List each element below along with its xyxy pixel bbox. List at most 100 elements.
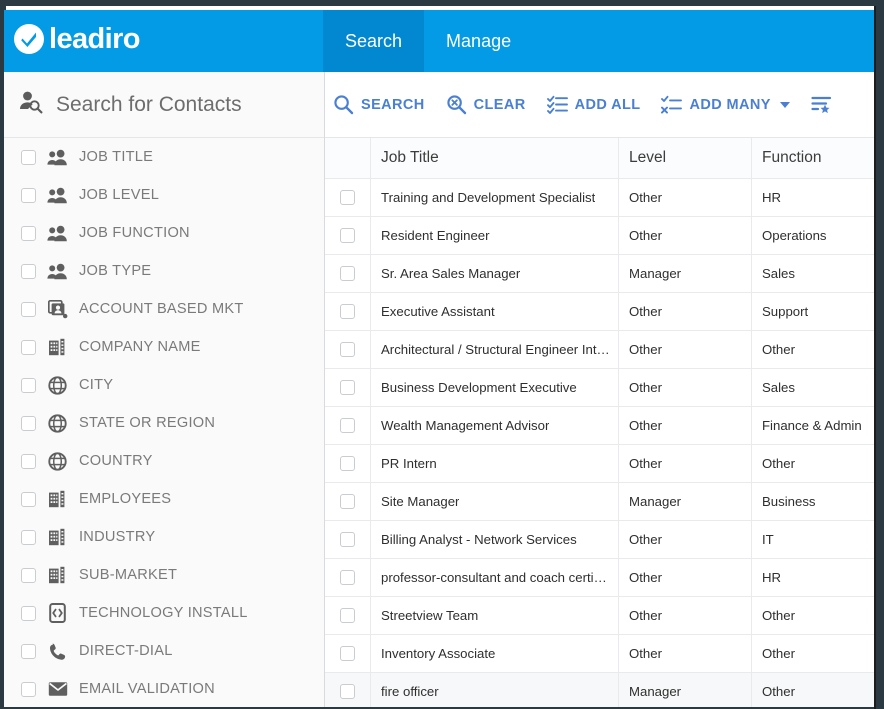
row-checkbox[interactable] (340, 418, 355, 433)
table-row[interactable]: Inventory Associate Other Other (325, 635, 876, 673)
row-checkbox[interactable] (340, 266, 355, 281)
filter-checkbox[interactable] (21, 263, 36, 279)
filter-checkbox[interactable] (21, 643, 36, 659)
table-row[interactable]: Architectural / Structural Engineer Int…… (325, 331, 876, 369)
row-checkbox[interactable] (340, 570, 355, 585)
filter-checkbox[interactable] (21, 567, 36, 583)
filter-item-sub-market[interactable]: SUB-MARKET (4, 556, 324, 594)
filter-checkbox[interactable] (21, 453, 36, 469)
filter-item-account-based-mkt[interactable]: ACCOUNT BASED MKT (4, 290, 324, 328)
search-button[interactable]: SEARCH (333, 94, 425, 115)
row-checkbox[interactable] (340, 494, 355, 509)
cell-level: Other (629, 228, 662, 243)
filter-checkbox[interactable] (21, 187, 36, 203)
filter-checkbox[interactable] (21, 339, 36, 355)
table-row[interactable]: Streetview Team Other Other (325, 597, 876, 635)
globe-icon (47, 451, 68, 471)
table-row[interactable]: Billing Analyst - Network Services Other I… (325, 521, 876, 559)
filter-checkbox[interactable] (21, 605, 36, 621)
page-content: leadiro Search Manage Search for Contact… (4, 10, 876, 709)
filter-checkbox[interactable] (21, 529, 36, 545)
filter-checkbox[interactable] (21, 149, 36, 165)
cell-job-title: Resident Engineer (381, 228, 490, 243)
row-checkbox[interactable] (340, 646, 355, 661)
brand-logo[interactable]: leadiro (14, 24, 140, 54)
cell-function: Sales (762, 266, 795, 281)
cell-job-title: Site Manager (381, 494, 460, 509)
row-checkbox[interactable] (340, 342, 355, 357)
cell-level: Other (629, 304, 662, 319)
column-header-level[interactable]: Level (629, 149, 666, 167)
brand-name: leadiro (49, 22, 140, 55)
filter-item-label: STATE OR REGION (79, 415, 216, 431)
table-row[interactable]: Site Manager Manager Business (325, 483, 876, 521)
add-all-button-label: ADD ALL (574, 96, 641, 113)
filter-checkbox[interactable] (21, 415, 36, 431)
row-checkbox[interactable] (340, 532, 355, 547)
filter-checkbox[interactable] (21, 225, 36, 241)
filter-item-email-validation[interactable]: EMAIL VALIDATION (4, 670, 324, 708)
table-row[interactable]: Sr. Area Sales Manager Manager Sales (325, 255, 876, 293)
filter-item-job-title[interactable]: JOB TITLE (4, 138, 324, 176)
filter-item-city[interactable]: CITY (4, 366, 324, 404)
chevron-down-icon[interactable] (779, 101, 790, 108)
table-row[interactable]: Executive Assistant Other Support (325, 293, 876, 331)
checklist-icon (546, 95, 568, 114)
search-icon (333, 94, 354, 115)
filter-item-job-level[interactable]: JOB LEVEL (4, 176, 324, 214)
cell-level: Other (629, 646, 662, 661)
cell-level: Manager (629, 494, 682, 509)
table-row[interactable]: Resident Engineer Other Operations (325, 217, 876, 255)
row-checkbox[interactable] (340, 190, 355, 205)
results-table: Job Title Level Function Training and Devel… (325, 138, 876, 709)
filter-item-employees[interactable]: EMPLOYEES (4, 480, 324, 518)
tab-search-label: Search (345, 30, 403, 51)
cell-level: Other (629, 342, 662, 357)
filter-item-label: EMAIL VALIDATION (79, 681, 215, 697)
tab-search[interactable]: Search (323, 10, 425, 72)
app-window: leadiro Search Manage Search for Contact… (0, 0, 884, 709)
saved-search-button[interactable] (811, 95, 834, 114)
add-all-button[interactable]: ADD ALL (546, 95, 641, 114)
sidebar-title: Search for Contacts (56, 92, 242, 116)
row-checkbox[interactable] (340, 456, 355, 471)
cell-function: Sales (762, 380, 795, 395)
filter-item-direct-dial[interactable]: DIRECT-DIAL (4, 632, 324, 670)
add-many-button[interactable]: ADD MANY (661, 95, 790, 114)
tab-manage[interactable]: Manage (424, 10, 533, 72)
row-checkbox[interactable] (340, 228, 355, 243)
filter-item-technology-install[interactable]: TECHNOLOGY INSTALL (4, 594, 324, 632)
filter-checkbox[interactable] (21, 377, 36, 393)
filter-item-label: ACCOUNT BASED MKT (79, 301, 244, 317)
column-header-job-title[interactable]: Job Title (381, 149, 439, 167)
filter-item-state-or-region[interactable]: STATE OR REGION (4, 404, 324, 442)
row-checkbox[interactable] (340, 304, 355, 319)
row-checkbox[interactable] (340, 684, 355, 699)
table-row[interactable]: Training and Development Specialist Other… (325, 179, 876, 217)
check-x-list-icon (661, 95, 683, 114)
filter-item-job-function[interactable]: JOB FUNCTION (4, 214, 324, 252)
cell-function: HR (762, 570, 782, 585)
filter-item-label: SUB-MARKET (79, 567, 178, 583)
filter-checkbox[interactable] (21, 491, 36, 507)
table-row[interactable]: fire officer Manager Other (325, 673, 876, 709)
envelope-icon (47, 679, 68, 699)
row-checkbox[interactable] (340, 608, 355, 623)
table-row[interactable]: PR Intern Other Other (325, 445, 876, 483)
filter-item-country[interactable]: COUNTRY (4, 442, 324, 480)
row-checkbox[interactable] (340, 380, 355, 395)
table-row[interactable]: Wealth Management Advisor Other Finance & … (325, 407, 876, 445)
filter-checkbox[interactable] (21, 301, 36, 317)
filter-item-label: INDUSTRY (79, 529, 156, 545)
people-icon (47, 185, 68, 205)
table-row[interactable]: Business Development Executive Other Sales (325, 369, 876, 407)
filter-checkbox[interactable] (21, 681, 36, 697)
column-header-function[interactable]: Function (762, 149, 821, 167)
filter-item-company-name[interactable]: COMPANY NAME (4, 328, 324, 366)
filter-item-job-type[interactable]: JOB TYPE (4, 252, 324, 290)
cell-job-title: PR Intern (381, 456, 437, 471)
filter-item-industry[interactable]: INDUSTRY (4, 518, 324, 556)
filter-item-label: JOB FUNCTION (79, 225, 190, 241)
clear-button[interactable]: CLEAR (446, 94, 526, 115)
table-row[interactable]: professor-consultant and coach certi… Oth… (325, 559, 876, 597)
